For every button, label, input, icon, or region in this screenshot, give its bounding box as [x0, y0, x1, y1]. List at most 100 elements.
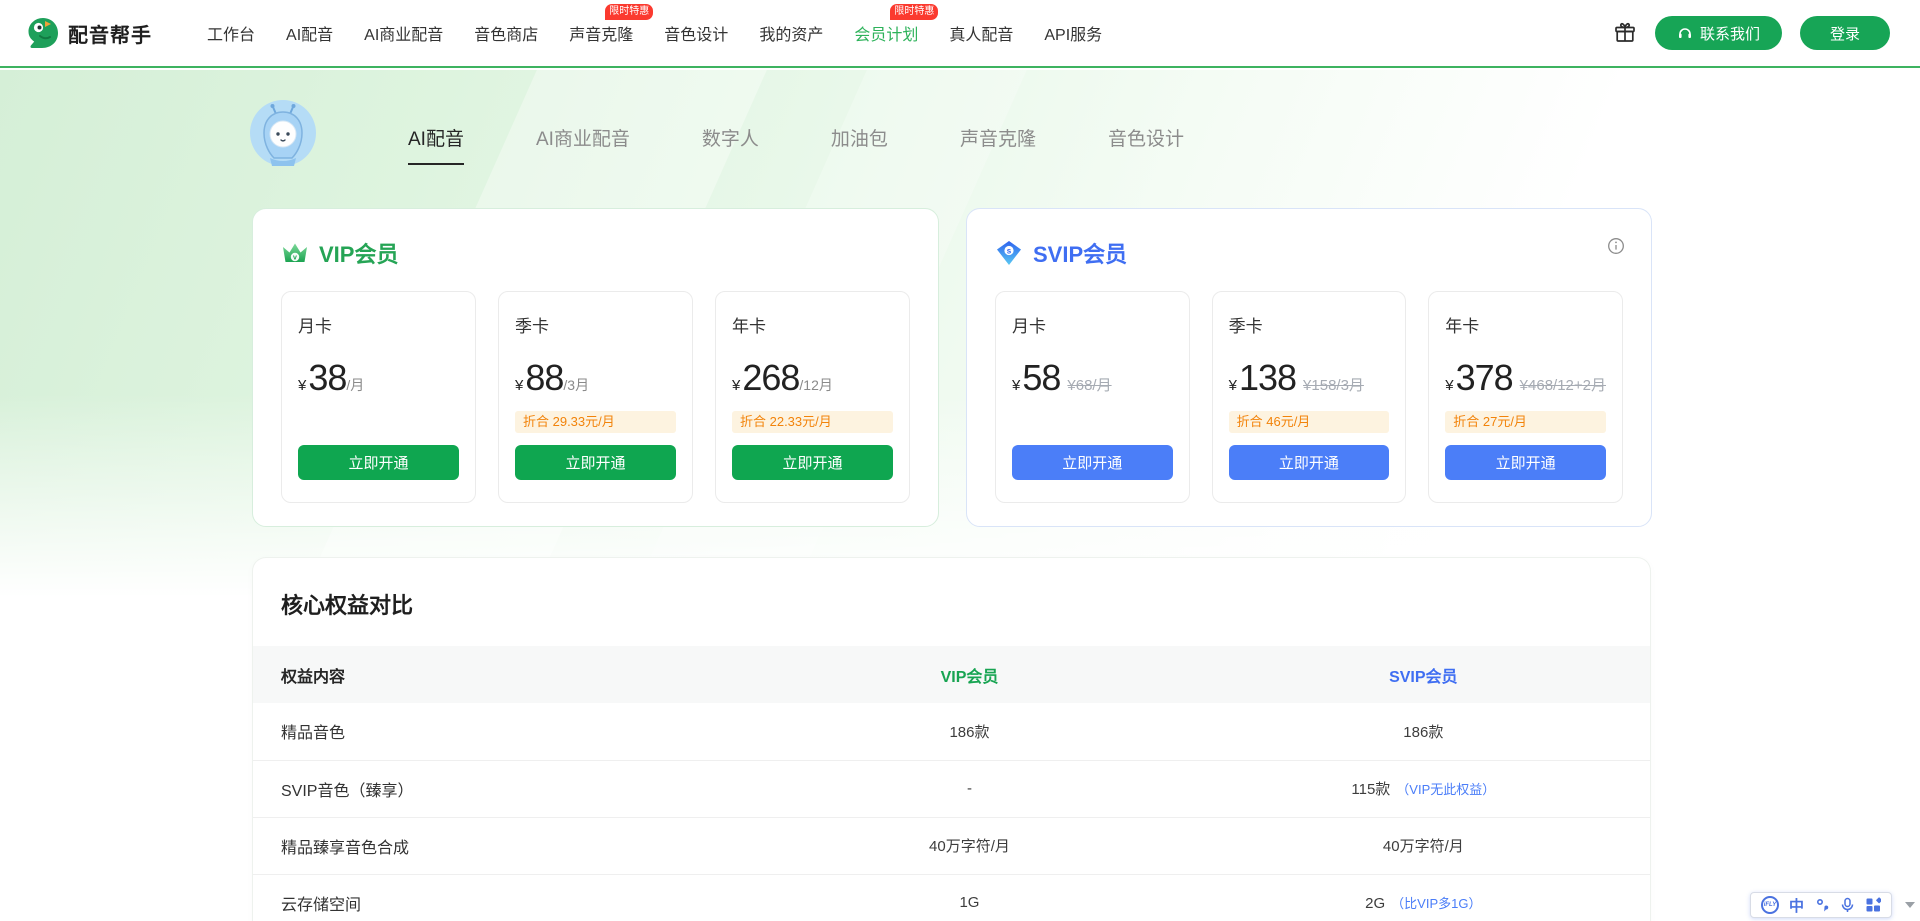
column-header-svip: SVIP会员: [1197, 646, 1650, 703]
nav-item-human-dubbing[interactable]: 真人配音: [949, 21, 1013, 45]
svip-note-link[interactable]: （比VIP多1G）: [1391, 896, 1481, 911]
svip-value-text: 115款: [1351, 781, 1390, 798]
nav-label: 真人配音: [949, 27, 1013, 44]
column-header-vip: VIP会员: [742, 646, 1196, 703]
svg-text:s: s: [1007, 246, 1012, 255]
limited-offer-badge: 限时特惠: [605, 4, 653, 20]
vip-membership-card: v VIP会员 月卡 ¥38/月 立即开通 季卡 ¥88/3月: [252, 208, 939, 527]
svip-plan-monthly: 月卡 ¥58¥68/月 立即开通: [995, 291, 1190, 503]
vip-card-header: v VIP会员: [281, 237, 910, 269]
discount-badge: 折合 27元/月: [1445, 411, 1606, 433]
login-button[interactable]: 登录: [1800, 16, 1890, 50]
ifly-logo-icon[interactable]: iFLY: [1761, 896, 1779, 914]
tab-ai-dubbing[interactable]: AI配音: [408, 124, 464, 165]
benefits-table: 权益内容 VIP会员 SVIP会员 精品音色 186款 186款 SVIP音色（…: [253, 646, 1650, 921]
subscribe-button[interactable]: 立即开通: [1445, 445, 1606, 480]
vip-plan-monthly: 月卡 ¥38/月 立即开通: [281, 291, 476, 503]
nav-item-voice-design[interactable]: 音色设计: [664, 21, 728, 45]
plan-name: 月卡: [1012, 312, 1173, 337]
price-value: 58: [1022, 357, 1060, 399]
subscribe-button[interactable]: 立即开通: [1012, 445, 1173, 480]
plan-name: 年卡: [732, 312, 893, 337]
ime-mic-icon[interactable]: [1840, 897, 1855, 913]
ime-toolbar: iFLY 中: [1750, 892, 1892, 918]
subscribe-button[interactable]: 立即开通: [1229, 445, 1390, 480]
nav-item-membership-plan[interactable]: 会员计划 限时特惠: [854, 21, 918, 45]
nav-item-my-assets[interactable]: 我的资产: [759, 21, 823, 45]
currency-symbol: ¥: [515, 377, 523, 394]
table-row: 精品臻享音色合成 40万字符/月 40万字符/月: [253, 817, 1650, 874]
subscribe-button[interactable]: 立即开通: [298, 445, 459, 480]
dropdown-caret-icon[interactable]: [1905, 902, 1915, 908]
price-value: 268: [742, 357, 799, 399]
ime-language-toggle[interactable]: 中: [1789, 895, 1804, 916]
discount-badge: 折合 46元/月: [1229, 411, 1390, 433]
plan-name: 季卡: [1229, 312, 1390, 337]
price-unit: /3月: [563, 375, 589, 395]
subscribe-button[interactable]: 立即开通: [515, 445, 676, 480]
svip-plan-yearly: 年卡 ¥378¥468/12+2月 折合 27元/月 立即开通: [1428, 291, 1623, 503]
nav-item-voice-clone[interactable]: 声音克隆 限时特惠: [569, 21, 633, 45]
subscribe-button[interactable]: 立即开通: [732, 445, 893, 480]
tab-voice-design[interactable]: 音色设计: [1108, 124, 1184, 165]
nav-item-ai-dubbing[interactable]: AI配音: [286, 21, 333, 45]
contact-us-label: 联系我们: [1700, 23, 1760, 44]
brand-logo[interactable]: 配音帮手: [26, 16, 152, 50]
table-row: SVIP音色（臻享） - 115款 （VIP无此权益）: [253, 760, 1650, 817]
svip-plan-quarterly: 季卡 ¥138¥158/3月 折合 46元/月 立即开通: [1212, 291, 1407, 503]
gift-icon[interactable]: [1613, 21, 1637, 45]
svip-card-header: s SVIP会员: [995, 237, 1623, 269]
price-value: 88: [525, 357, 563, 399]
nav-item-ai-commercial-dubbing[interactable]: AI商业配音: [364, 21, 443, 45]
main-nav: 工作台 AI配音 AI商业配音 音色商店 声音克隆 限时特惠 音色设计 我的资产…: [207, 21, 1102, 45]
plan-price: ¥378¥468/12+2月: [1445, 357, 1606, 399]
tab-ai-commercial-dubbing[interactable]: AI商业配音: [536, 124, 630, 165]
parrot-logo-icon: [26, 16, 60, 50]
vip-value: 1G: [742, 874, 1196, 921]
ime-grid-icon[interactable]: [1865, 897, 1881, 913]
tab-digital-human[interactable]: 数字人: [702, 124, 759, 165]
currency-symbol: ¥: [732, 377, 740, 394]
currency-symbol: ¥: [1229, 377, 1237, 394]
limited-offer-badge: 限时特惠: [890, 4, 938, 20]
price-unit: /12月: [799, 375, 832, 395]
nav-item-voice-store[interactable]: 音色商店: [474, 21, 538, 45]
vip-card-title: VIP会员: [319, 237, 398, 269]
original-price: ¥68/月: [1067, 374, 1111, 395]
plan-name: 年卡: [1445, 312, 1606, 337]
plan-name: 月卡: [298, 312, 459, 337]
svip-membership-card: s SVIP会员 月卡 ¥58 ¥68/月 立即开通: [966, 208, 1652, 527]
benefit-name: SVIP音色（臻享）: [253, 760, 742, 817]
vip-value: 186款: [742, 703, 1196, 760]
nav-label: 工作台: [207, 27, 255, 44]
price-unit: /月: [346, 375, 364, 395]
tab-booster-pack[interactable]: 加油包: [831, 124, 888, 165]
tab-voice-clone[interactable]: 声音克隆: [960, 124, 1036, 165]
nav-label: 声音克隆: [569, 27, 633, 44]
headset-icon: [1677, 25, 1693, 41]
nav-label: 音色设计: [664, 27, 728, 44]
benefit-name: 云存储空间: [253, 874, 742, 921]
original-price: ¥468/12+2月: [1520, 374, 1606, 395]
nav-label: AI商业配音: [364, 27, 443, 44]
table-header-row: 权益内容 VIP会员 SVIP会员: [253, 646, 1650, 703]
nav-label: AI配音: [286, 27, 333, 44]
info-icon[interactable]: [1607, 237, 1625, 255]
nav-item-api-service[interactable]: API服务: [1044, 21, 1102, 45]
plan-price: ¥138¥158/3月: [1229, 357, 1390, 399]
header-right: 联系我们 登录: [1613, 16, 1890, 50]
svip-value: 186款: [1197, 703, 1650, 760]
svip-note-link[interactable]: （VIP无此权益）: [1396, 782, 1495, 797]
plan-name: 季卡: [515, 312, 676, 337]
nav-item-workbench[interactable]: 工作台: [207, 21, 255, 45]
currency-symbol: ¥: [298, 377, 306, 394]
brand-name: 配音帮手: [68, 19, 152, 48]
nav-label: 音色商店: [474, 27, 538, 44]
price-value: 138: [1239, 357, 1296, 399]
contact-us-button[interactable]: 联系我们: [1655, 16, 1782, 50]
benefit-name: 精品音色: [253, 703, 742, 760]
svg-text:v: v: [293, 255, 297, 262]
svip-value: 40万字符/月: [1197, 817, 1650, 874]
vip-value: -: [742, 760, 1196, 817]
ime-punctuation-icon[interactable]: [1814, 897, 1830, 913]
